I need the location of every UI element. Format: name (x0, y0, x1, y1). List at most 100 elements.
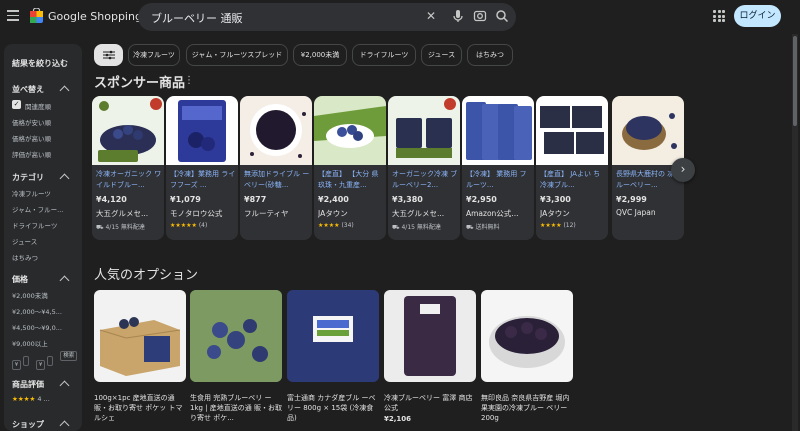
rating-heading[interactable]: 商品評価 (12, 379, 44, 390)
price-min-field[interactable] (23, 356, 29, 366)
product-shop: Amazon公式... (466, 209, 519, 218)
search-box[interactable]: ブルーベリー 通販 ✕ (138, 3, 516, 31)
chevron-up-icon[interactable] (59, 85, 70, 96)
chip-dried-fruit[interactable]: ドライフルーツ (352, 44, 416, 66)
lens-icon[interactable] (472, 8, 488, 24)
sort-option-price-low[interactable]: 価格が安い順 (12, 117, 51, 127)
popular-product-card[interactable]: 冷凍ブルーベリー 富澤 商店 公式 ¥2,106 (384, 290, 476, 423)
truck-icon: ⛟ (96, 224, 104, 231)
popular-product-card[interactable]: 無印良品 奈良県吉野産 堀内果実園の冷凍ブルー ベリー 200g (481, 290, 573, 423)
sponsored-product-card[interactable]: 冷凍オーガニック ワイルドブルー... ¥4,120 大五グルメセ... ⛟ 4… (92, 96, 164, 240)
rating-count: (12) (563, 222, 576, 229)
product-shop: QVC Japan (616, 208, 656, 217)
product-price: ¥2,400 (318, 195, 349, 204)
apps-icon[interactable] (713, 10, 725, 22)
popular-product-card[interactable]: 富士通商 カナダ産ブル ーベリー 800g × 15袋 (冷凍食品) (287, 290, 379, 423)
product-title[interactable]: 冷凍オーガニック ワイルドブルー... (96, 169, 162, 191)
product-title[interactable]: 【産直】 JAよい ち 冷凍ブル... (540, 169, 606, 191)
popular-product-card[interactable]: 100g×1pc 産地直送の通 販・お取り寄せ ポケッ トマルシェ (94, 290, 186, 423)
scrollbar-thumb[interactable] (793, 36, 797, 126)
search-icon[interactable] (494, 8, 510, 24)
rating-option[interactable]: ★★★★ 4 ... (12, 395, 50, 403)
product-image (240, 96, 312, 165)
product-title[interactable]: オーガニック冷凍 ブルーベリー2... (392, 169, 458, 191)
price-go-button[interactable]: 検索 (60, 351, 78, 361)
category-item[interactable]: ジャム・フルー... (12, 204, 63, 214)
brand-name[interactable]: Google Shopping (48, 10, 142, 23)
price-min-input[interactable]: ¥ (12, 360, 21, 370)
page-scrollbar[interactable] (792, 34, 798, 431)
product-shop: 大五グルメセ... (392, 209, 445, 218)
rating-stars: ★★★★★ (170, 222, 197, 229)
product-image (287, 290, 379, 382)
chevron-up-icon[interactable] (59, 380, 70, 391)
product-title[interactable]: 生食用 完熟ブルーベリ ー 1kg | 産地直送の通 販・お取り寄せ ポケ... (190, 393, 282, 423)
price-option[interactable]: ¥9,000以上 (12, 338, 48, 348)
sponsored-product-card[interactable]: 【冷凍】業務用 ライフフーズ ... ¥1,079 モノタロウ公式 ★★★★★ … (166, 96, 238, 240)
check-icon[interactable]: ✓ (12, 100, 21, 109)
popular-product-card[interactable]: 生食用 完熟ブルーベリ ー 1kg | 産地直送の通 販・お取り寄せ ポケ... (190, 290, 282, 423)
product-title[interactable]: 冷凍ブルーベリー 富澤 商店 公式 (384, 393, 476, 413)
price-option[interactable]: ¥4,500〜¥9,0... (12, 322, 62, 332)
product-title[interactable]: 【冷凍】業務用 ライフフーズ ... (170, 169, 236, 191)
top-bar: Google Shopping ブルーベリー 通販 ✕ ログイン (0, 0, 800, 34)
category-item[interactable]: ドライフルーツ (12, 220, 57, 230)
chip-honey[interactable]: はちみつ (467, 44, 513, 66)
price-heading[interactable]: 価格 (12, 274, 28, 285)
product-image (462, 96, 534, 165)
sort-option-rating[interactable]: 評価が高い順 (12, 149, 51, 159)
sponsored-product-card[interactable]: 【冷凍】 業務用 フルーツ... ¥2,950 Amazon公式... ⛟ 送料… (462, 96, 534, 240)
clear-icon[interactable]: ✕ (423, 8, 439, 24)
chip-under-2000[interactable]: ¥2,000未満 (293, 44, 347, 66)
rating-count: (34) (341, 222, 354, 229)
product-rating: ★★★★★ (4) (170, 222, 207, 229)
chevron-up-icon[interactable] (59, 420, 70, 431)
login-button[interactable]: ログイン (734, 5, 781, 27)
chip-juice[interactable]: ジュース (421, 44, 462, 66)
product-price: ¥3,300 (540, 195, 571, 204)
chevron-up-icon[interactable] (59, 173, 70, 184)
product-title[interactable]: 【産直】 【大分 県玖珠・九重産... (318, 169, 384, 191)
delivery-text: 4/15 無料配達 (401, 224, 441, 231)
category-heading[interactable]: カテゴリ (12, 172, 44, 183)
filter-settings-button[interactable] (94, 44, 123, 66)
product-rating: ★★★★ (12) (540, 222, 576, 229)
carousel-next-button[interactable]: › (671, 158, 695, 182)
chip-jam[interactable]: ジャム・フルーツスプレッド (186, 44, 288, 66)
chevron-up-icon[interactable] (59, 275, 70, 286)
shop-heading[interactable]: ショップ (12, 419, 44, 430)
category-item[interactable]: 冷凍フルーツ (12, 188, 51, 198)
rating-stars: ★★★★ (540, 222, 562, 229)
category-item[interactable]: ジュース (12, 236, 37, 246)
sponsored-product-card[interactable]: オーガニック冷凍 ブルーベリー2... ¥3,380 大五グルメセ... ⛟ 4… (388, 96, 460, 240)
menu-icon[interactable] (7, 10, 19, 21)
sort-option-relevance[interactable]: 関連度順 (25, 101, 51, 111)
category-item[interactable]: はちみつ (12, 252, 38, 262)
shopping-logo-icon[interactable] (30, 8, 43, 23)
sort-option-price-high[interactable]: 価格が高い順 (12, 133, 51, 143)
price-option[interactable]: ¥2,000未満 (12, 290, 48, 300)
chip-frozen-fruit[interactable]: 冷凍フルーツ (128, 44, 180, 66)
sliders-icon (102, 50, 115, 60)
chevron-right-icon: › (680, 162, 686, 176)
price-max-input[interactable]: ¥ (36, 360, 46, 370)
mic-icon[interactable] (450, 8, 466, 24)
product-shop: JAタウン (540, 209, 570, 218)
product-title[interactable]: 富士通商 カナダ産ブル ーベリー 800g × 15袋 (冷凍食品) (287, 393, 379, 423)
price-option[interactable]: ¥2,000〜¥4,5... (12, 306, 62, 316)
product-title[interactable]: 100g×1pc 産地直送の通 販・お取り寄せ ポケッ トマルシェ (94, 393, 186, 423)
sort-heading[interactable]: 並べ替え (12, 84, 44, 95)
price-max-field[interactable] (47, 356, 54, 366)
sidebar-title: 結果を絞り込む (12, 59, 68, 68)
product-title[interactable]: 【冷凍】 業務用 フルーツ... (466, 169, 532, 191)
sponsored-product-card[interactable]: 【産直】 【大分 県玖珠・九重産... ¥2,400 JAタウン ★★★★ (3… (314, 96, 386, 240)
more-options-icon[interactable]: ⋮ (184, 75, 194, 86)
product-image (166, 96, 238, 165)
product-image (481, 290, 573, 382)
product-price: ¥1,079 (170, 195, 201, 204)
product-title[interactable]: 無印良品 奈良県吉野産 堀内果実園の冷凍ブルー ベリー 200g (481, 393, 573, 423)
search-input[interactable]: ブルーベリー 通販 (151, 10, 243, 26)
sponsored-product-card[interactable]: 無添加ドライブル ーベリー(砂糖... ¥877 フルーティヤ (240, 96, 312, 240)
product-title[interactable]: 無添加ドライブル ーベリー(砂糖... (244, 169, 310, 191)
sponsored-product-card[interactable]: 【産直】 JAよい ち 冷凍ブル... ¥3,300 JAタウン ★★★★ (1… (536, 96, 608, 240)
